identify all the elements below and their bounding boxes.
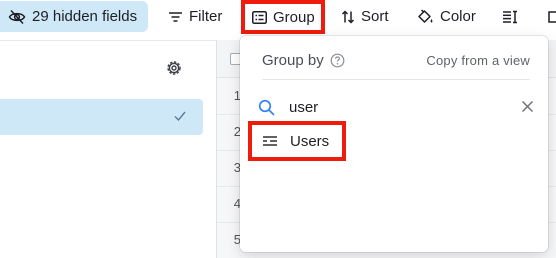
selected-list-item[interactable] [0,99,203,135]
checkmark-icon [174,111,186,122]
hidden-fields-label: 29 hidden fields [32,8,138,25]
help-icon[interactable] [330,53,345,68]
field-option-label: Users [290,132,330,150]
sort-button[interactable]: Sort [341,1,389,32]
share-icon [548,10,556,23]
group-by-menu: Group by Copy from a view Users [240,36,548,252]
paint-bucket-icon [418,8,433,23]
field-option-users[interactable]: Users [248,121,346,161]
row-height-icon [503,10,517,23]
left-record-panel [0,40,216,258]
hidden-fields-button[interactable]: 29 hidden fields [0,1,148,32]
filter-label: Filter [189,8,223,25]
field-search [258,92,534,122]
filter-icon [169,11,182,22]
menu-divider [262,79,530,80]
row-height-button[interactable] [502,1,518,32]
gear-icon [167,61,181,75]
user-field-icon [263,136,277,146]
share-view-button[interactable] [547,1,556,32]
copy-from-view-link[interactable]: Copy from a view [426,53,530,68]
view-toolbar: 29 hidden fields Filter Group Sort Color [0,0,556,34]
search-icon [258,99,275,115]
field-search-input[interactable] [289,98,489,116]
sort-label: Sort [361,8,389,25]
clear-search-icon[interactable] [521,100,534,113]
group-by-header: Group by [262,52,345,69]
sort-icon [341,9,355,24]
eye-slash-icon [8,9,26,24]
group-icon [252,10,267,24]
group-by-title: Group by [262,52,324,69]
group-button[interactable]: Group [241,0,325,34]
color-label: Color [440,8,476,25]
color-button[interactable]: Color [417,1,476,32]
filter-button[interactable]: Filter [168,1,222,32]
panel-settings-button[interactable] [165,59,183,82]
group-label: Group [273,8,315,26]
